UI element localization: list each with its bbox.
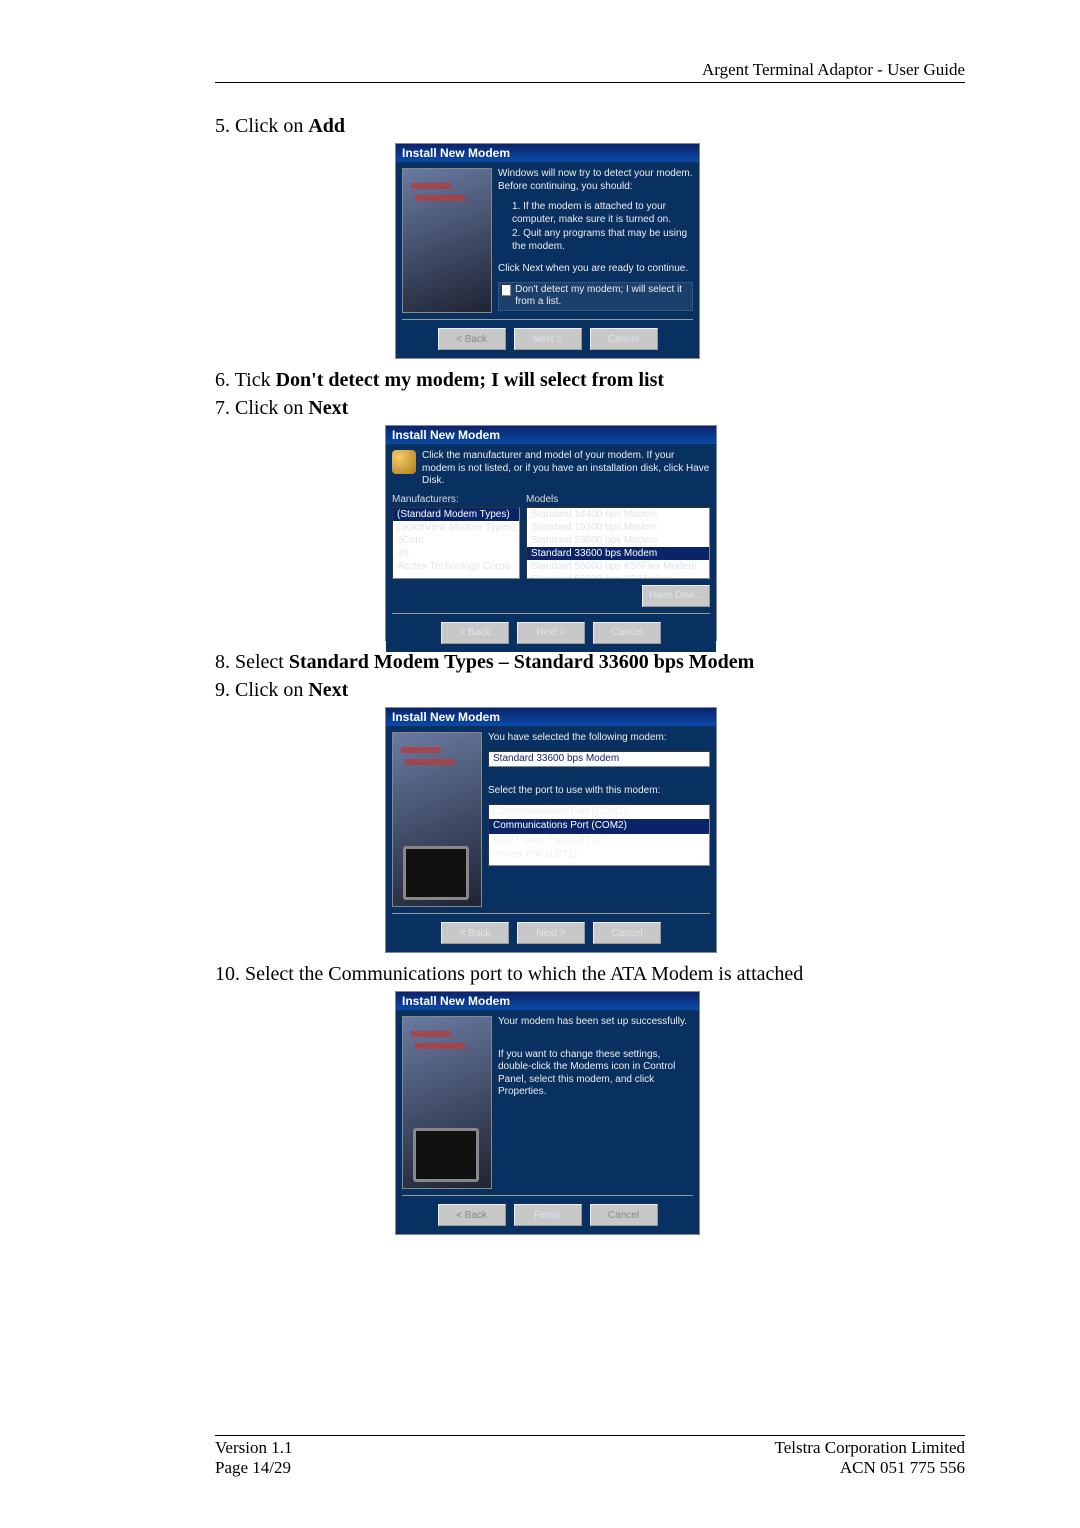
dlg3-next-button[interactable]: Next > [517, 922, 585, 944]
step-8: 8. Select Standard Modem Types – Standar… [215, 649, 965, 675]
dlg1-back-button: < Back [438, 328, 506, 350]
step-7-bold: Next [308, 397, 348, 419]
dlg2-back-button[interactable]: < Back [441, 622, 509, 644]
dlg3-title: Install New Modem [386, 708, 716, 726]
have-disk-button[interactable]: Have Disk... [642, 585, 710, 607]
dont-detect-checkbox[interactable]: ✓ Don't detect my modem; I will select i… [498, 282, 693, 311]
list-item[interactable]: 3X [393, 547, 519, 560]
step-6-bold: Don't detect my modem; I will select fro… [276, 369, 664, 391]
dlg4-finish-button[interactable]: Finish [514, 1204, 582, 1226]
list-item[interactable]: Standard 14400 bps Modem [527, 508, 709, 521]
step-5-bold: Add [308, 115, 345, 137]
dlg3-line2: Select the port to use with this modem: [488, 785, 710, 798]
step-10: 10. Select the Communications port to wh… [215, 961, 965, 987]
dlg4-body: Your modem has been set up successfully.… [396, 1010, 699, 1234]
dlg3-line1: You have selected the following modem: [488, 732, 710, 745]
checkbox-icon: ✓ [501, 284, 511, 296]
list-item[interactable]: Acctex Technology Corpo [393, 560, 519, 573]
footer: Version 1.1 Page 14/29 Telstra Corporati… [215, 1435, 965, 1478]
list-item[interactable]: 3Com [393, 534, 519, 547]
ports-list[interactable]: Communications Port (COM1) Communication… [488, 804, 710, 866]
step-5-prefix: 5. Click on [215, 115, 308, 137]
dlg2-cancel-button[interactable]: Cancel [593, 622, 661, 644]
footer-acn: ACN 051 775 556 [775, 1458, 966, 1478]
monitor-icon [403, 846, 469, 900]
step-6: 6. Tick Don't detect my modem; I will se… [215, 367, 965, 393]
dlg2-title: Install New Modem [386, 426, 716, 444]
header-title: Argent Terminal Adaptor - User Guide [215, 60, 965, 83]
list-item[interactable]: Standard 56000 bps V2 Modem [527, 573, 709, 579]
list-item[interactable]: (VoiceView Modem Types) [393, 521, 519, 534]
selected-modem-field: Standard 33600 bps Modem [488, 751, 710, 768]
dlg2-intro: Click the manufacturer and model of your… [422, 450, 710, 488]
wizard-side-image [392, 732, 482, 907]
dlg1-intro: Windows will now try to detect your mode… [498, 168, 693, 193]
wizard-side-image [402, 1016, 492, 1189]
dlg4-line2: If you want to change these settings, do… [498, 1049, 693, 1099]
list-item[interactable]: Standard 19200 bps Modem [527, 521, 709, 534]
dlg1-li1: 1. If the modem is attached to your comp… [512, 201, 693, 226]
list-item[interactable]: Standard 33600 bps Modem [527, 547, 709, 560]
dlg2-body: Click the manufacturer and model of your… [386, 444, 716, 652]
dlg4-cancel-button: Cancel [590, 1204, 658, 1226]
list-item[interactable]: Communications Port (COM1) [489, 805, 709, 820]
dlg3-body: You have selected the following modem: S… [386, 726, 716, 952]
dlg1-cancel-button[interactable]: Cancel [590, 328, 658, 350]
main-content: 5. Click on Add Install New Modem Window… [215, 111, 965, 1435]
models-list[interactable]: Standard 14400 bps Modem Standard 19200 … [526, 507, 710, 579]
step-8-bold: Standard Modem Types – Standard 33600 bp… [289, 651, 754, 673]
step-9-prefix: 9. Click on [215, 679, 308, 701]
dlg4-line1: Your modem has been set up successfully. [498, 1016, 693, 1029]
list-item[interactable]: (Standard Modem Types) [393, 508, 519, 521]
dlg1-body: Windows will now try to detect your mode… [396, 162, 699, 358]
monitor-icon [413, 1128, 479, 1182]
dlg1-title: Install New Modem [396, 144, 699, 162]
footer-version: Version 1.1 [215, 1438, 292, 1458]
dlg3-cancel-button[interactable]: Cancel [593, 922, 661, 944]
footer-page: Page 14/29 [215, 1458, 292, 1478]
step-8-prefix: 8. Select [215, 651, 289, 673]
step-9-bold: Next [308, 679, 348, 701]
footer-company: Telstra Corporation Limited [775, 1438, 966, 1458]
manufacturers-label: Manufacturers: [392, 494, 520, 505]
step-9: 9. Click on Next [215, 677, 965, 703]
step-7: 7. Click on Next [215, 395, 965, 421]
modem-icon [392, 450, 416, 474]
wizard-side-image [402, 168, 492, 313]
list-item[interactable]: Standard 28800 bps Modem [527, 534, 709, 547]
step-5: 5. Click on Add [215, 113, 965, 139]
models-label: Models [526, 494, 710, 505]
dlg1-li2: 2. Quit any programs that may be using t… [512, 228, 693, 253]
list-item[interactable]: Standard 56000 bps K56Flex Modem [527, 560, 709, 573]
step-6-prefix: 6. Tick [215, 369, 276, 391]
list-item[interactable]: Printer Port (LPT1) [489, 848, 709, 863]
list-item[interactable]: ECP Printer Port (LPT1) [489, 834, 709, 849]
dlg2-next-button[interactable]: Next > [517, 622, 585, 644]
dlg1-cont: Click Next when you are ready to continu… [498, 263, 693, 276]
dlg3-back-button[interactable]: < Back [441, 922, 509, 944]
dlg4-title: Install New Modem [396, 992, 699, 1010]
dlg1-next-button[interactable]: Next > [514, 328, 582, 350]
manufacturers-list[interactable]: (Standard Modem Types) (VoiceView Modem … [392, 507, 520, 579]
list-item[interactable]: Communications Port (COM2) [489, 819, 709, 834]
dont-detect-label: Don't detect my modem; I will select it … [515, 284, 690, 309]
dlg4-back-button: < Back [438, 1204, 506, 1226]
step-7-prefix: 7. Click on [215, 397, 308, 419]
